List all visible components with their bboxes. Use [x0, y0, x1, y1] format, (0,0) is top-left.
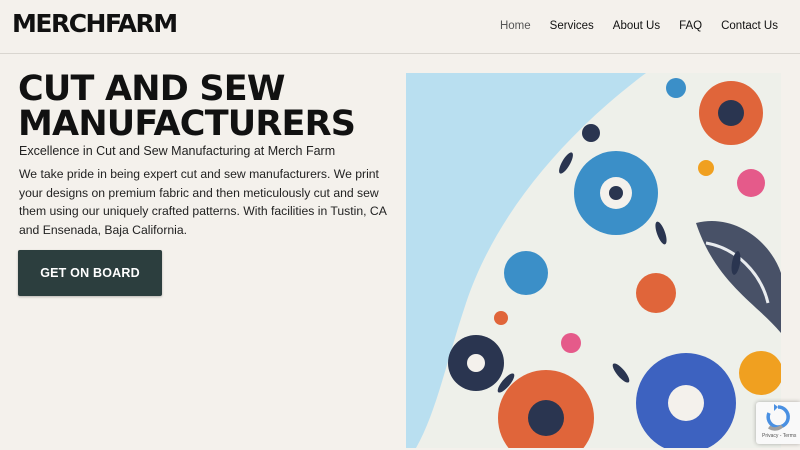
nav-home[interactable]: Home: [500, 20, 531, 32]
floral-fabric-image: [406, 73, 781, 448]
main-nav: Home Services About Us FAQ Contact Us: [500, 20, 778, 32]
hero-title: CUT AND SEW MANUFACTURERS: [18, 69, 356, 144]
nav-services[interactable]: Services: [550, 20, 594, 32]
site-logo[interactable]: MERCHFARM: [12, 9, 178, 38]
nav-faq[interactable]: FAQ: [679, 20, 702, 32]
recaptcha-icon: [766, 404, 790, 431]
recaptcha-links[interactable]: Privacy - Terms: [762, 433, 796, 439]
hero-description: We take pride in being expert cut and se…: [19, 167, 387, 237]
site-header: MERCHFARM Home Services About Us FAQ Con…: [0, 0, 800, 54]
nav-about-us[interactable]: About Us: [613, 20, 660, 32]
get-on-board-button[interactable]: GET ON BOARD: [18, 250, 162, 296]
hero-subtitle: Excellence in Cut and Sew Manufacturing …: [19, 144, 336, 158]
nav-contact-us[interactable]: Contact Us: [721, 20, 778, 32]
recaptcha-badge[interactable]: Privacy - Terms: [756, 402, 800, 444]
